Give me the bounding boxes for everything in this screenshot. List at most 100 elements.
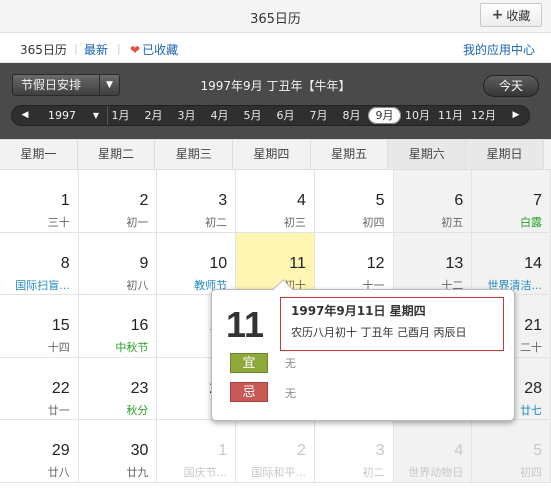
day-cell[interactable]: 30 廿九 — [78, 420, 158, 483]
month-tab[interactable]: 4月 — [203, 106, 236, 125]
month-tab[interactable]: 2月 — [137, 106, 170, 125]
lunar-label: 二十 — [519, 341, 542, 354]
today-button[interactable]: 今天 — [483, 75, 539, 97]
month-tab[interactable]: 5月 — [236, 106, 269, 125]
month-tab[interactable]: 11月 — [434, 106, 467, 125]
day-cell[interactable]: 8 国际扫盲... — [0, 232, 79, 295]
day-number: 12 — [366, 254, 385, 272]
day-cell[interactable]: 15 十四 — [0, 295, 79, 358]
day-number: 4 — [454, 442, 464, 459]
day-cell[interactable]: 12 十一 — [314, 232, 394, 295]
popup-date: 1997年9月11日 星期四 — [291, 304, 426, 318]
suitable-badge: 宜 — [230, 353, 268, 373]
lunar-label: 世界动物日 — [408, 466, 464, 479]
day-number: 29 — [51, 442, 70, 459]
day-cell[interactable]: 13 十二 — [393, 232, 473, 295]
day-cell[interactable]: 22 廿一 — [0, 357, 79, 420]
year-month-title: 1997年9月 丁丑年【牛年】 — [200, 79, 351, 93]
day-number: 28 — [524, 379, 542, 397]
day-number: 2 — [296, 442, 306, 459]
day-cell[interactable]: 2 国际和平... — [236, 420, 315, 483]
lunar-label: 三十 — [47, 216, 70, 229]
day-number: 21 — [524, 317, 542, 334]
day-cell[interactable]: 5 初四 — [314, 170, 394, 233]
day-cell[interactable]: 7 白露 — [472, 170, 551, 233]
month-tab[interactable]: 8月 — [335, 106, 368, 125]
day-number: 8 — [60, 254, 70, 272]
day-cell[interactable]: 1 三十 — [0, 170, 79, 233]
weekday-header: 星期一 星期二 星期三 星期四 星期五 星期六 星期日 — [0, 139, 551, 170]
day-cell[interactable]: 9 初八 — [78, 232, 158, 295]
divider: | — [117, 42, 121, 55]
my-apps-link[interactable]: 我的应用中心 — [463, 41, 535, 58]
add-favorite-button[interactable]: + 收藏 — [480, 3, 542, 27]
month-tab[interactable]: 10月 — [401, 106, 434, 125]
avoid-badge: 忌 — [230, 382, 268, 402]
latest-link[interactable]: 最新 — [84, 41, 108, 58]
day-number: 4 — [296, 192, 306, 209]
lunar-label: 初四 — [362, 216, 385, 229]
day-cell[interactable]: 6 初五 — [393, 170, 473, 233]
app-bar: 365日历 | 最新 | ❤ 已收藏 我的应用中心 — [0, 33, 551, 63]
month-bar: ◀ 1997 ▼ 1月 2月 3月 4月 5月 6月 7月 8月 9月 10月 11月 12月 ▶ — [11, 105, 530, 126]
lunar-label: 廿八 — [47, 466, 70, 479]
day-number: 3 — [218, 192, 228, 209]
lunar-label: 国际和平... — [251, 466, 306, 479]
prev-arrow-icon[interactable]: ◀ — [15, 106, 35, 125]
day-cell[interactable]: 4 初三 — [236, 170, 315, 233]
month-tab[interactable]: 6月 — [269, 106, 302, 125]
day-number: 5 — [375, 192, 385, 209]
day-cell[interactable]: 29 廿八 — [0, 420, 79, 483]
year-select[interactable]: 1997 ▼ — [36, 106, 108, 125]
day-number: 23 — [130, 379, 149, 397]
app-name: 365日历 — [20, 43, 67, 57]
day-cell[interactable]: 23 秋分 — [78, 357, 158, 420]
lunar-label: 初三 — [283, 216, 306, 229]
day-number: 2 — [139, 192, 149, 209]
chevron-down-icon: ▼ — [92, 111, 99, 120]
weekday-label: 星期五 — [311, 140, 389, 169]
month-tab[interactable]: 7月 — [302, 106, 335, 125]
day-cell[interactable]: 2 初一 — [78, 170, 158, 233]
day-cell[interactable]: 5 初四 — [472, 420, 551, 483]
lunar-label: 初四 — [519, 466, 542, 479]
collected-link[interactable]: ❤ 已收藏 — [130, 41, 178, 58]
lunar-label: 国庆节... — [183, 466, 228, 479]
day-number: 5 — [533, 442, 542, 459]
lunar-label: 初二 — [362, 466, 385, 479]
day-cell[interactable]: 16 中秋节 — [78, 295, 158, 358]
day-number: 22 — [51, 379, 70, 397]
year-value: 1997 — [48, 109, 76, 122]
title-bar: 365日历 + 收藏 — [0, 0, 551, 33]
popup-info-box: 1997年9月11日 星期四 农历八月初十 丁丑年 己酉月 丙辰日 — [280, 297, 504, 351]
day-number: 9 — [139, 254, 149, 272]
month-tab[interactable]: 9月 — [368, 107, 401, 124]
month-tab[interactable]: 1月 — [104, 106, 137, 125]
day-cell[interactable]: 14 世界清洁... — [472, 232, 551, 295]
weekday-label: 星期四 — [233, 140, 311, 169]
day-number: 3 — [375, 442, 385, 459]
month-tab[interactable]: 12月 — [467, 106, 500, 125]
day-number: 13 — [445, 254, 464, 272]
day-cell[interactable]: 3 初二 — [314, 420, 394, 483]
window-title: 365日历 — [250, 12, 301, 27]
day-cell[interactable]: 10 教师节 — [157, 232, 237, 295]
popup-day-number: 11 — [226, 304, 265, 345]
day-number: 15 — [51, 317, 70, 334]
lunar-label: 十四 — [47, 341, 70, 354]
day-cell[interactable]: 4 世界动物日 — [393, 420, 473, 483]
day-cell[interactable]: 1 国庆节... — [157, 420, 237, 483]
lunar-label: 白露 — [519, 216, 542, 229]
weekday-label: 星期六 — [388, 140, 467, 169]
month-tab[interactable]: 3月 — [170, 106, 203, 125]
day-number: 7 — [533, 192, 542, 209]
weekday-label: 星期三 — [155, 140, 234, 169]
lunar-label: 秋分 — [126, 403, 149, 417]
plus-icon: + — [491, 7, 504, 23]
day-number: 14 — [524, 254, 542, 272]
day-cell[interactable]: 3 初二 — [157, 170, 237, 233]
next-arrow-icon[interactable]: ▶ — [506, 106, 526, 125]
avoid-value: 无 — [285, 387, 296, 400]
day-number: 16 — [130, 317, 149, 334]
divider: | — [74, 42, 78, 55]
